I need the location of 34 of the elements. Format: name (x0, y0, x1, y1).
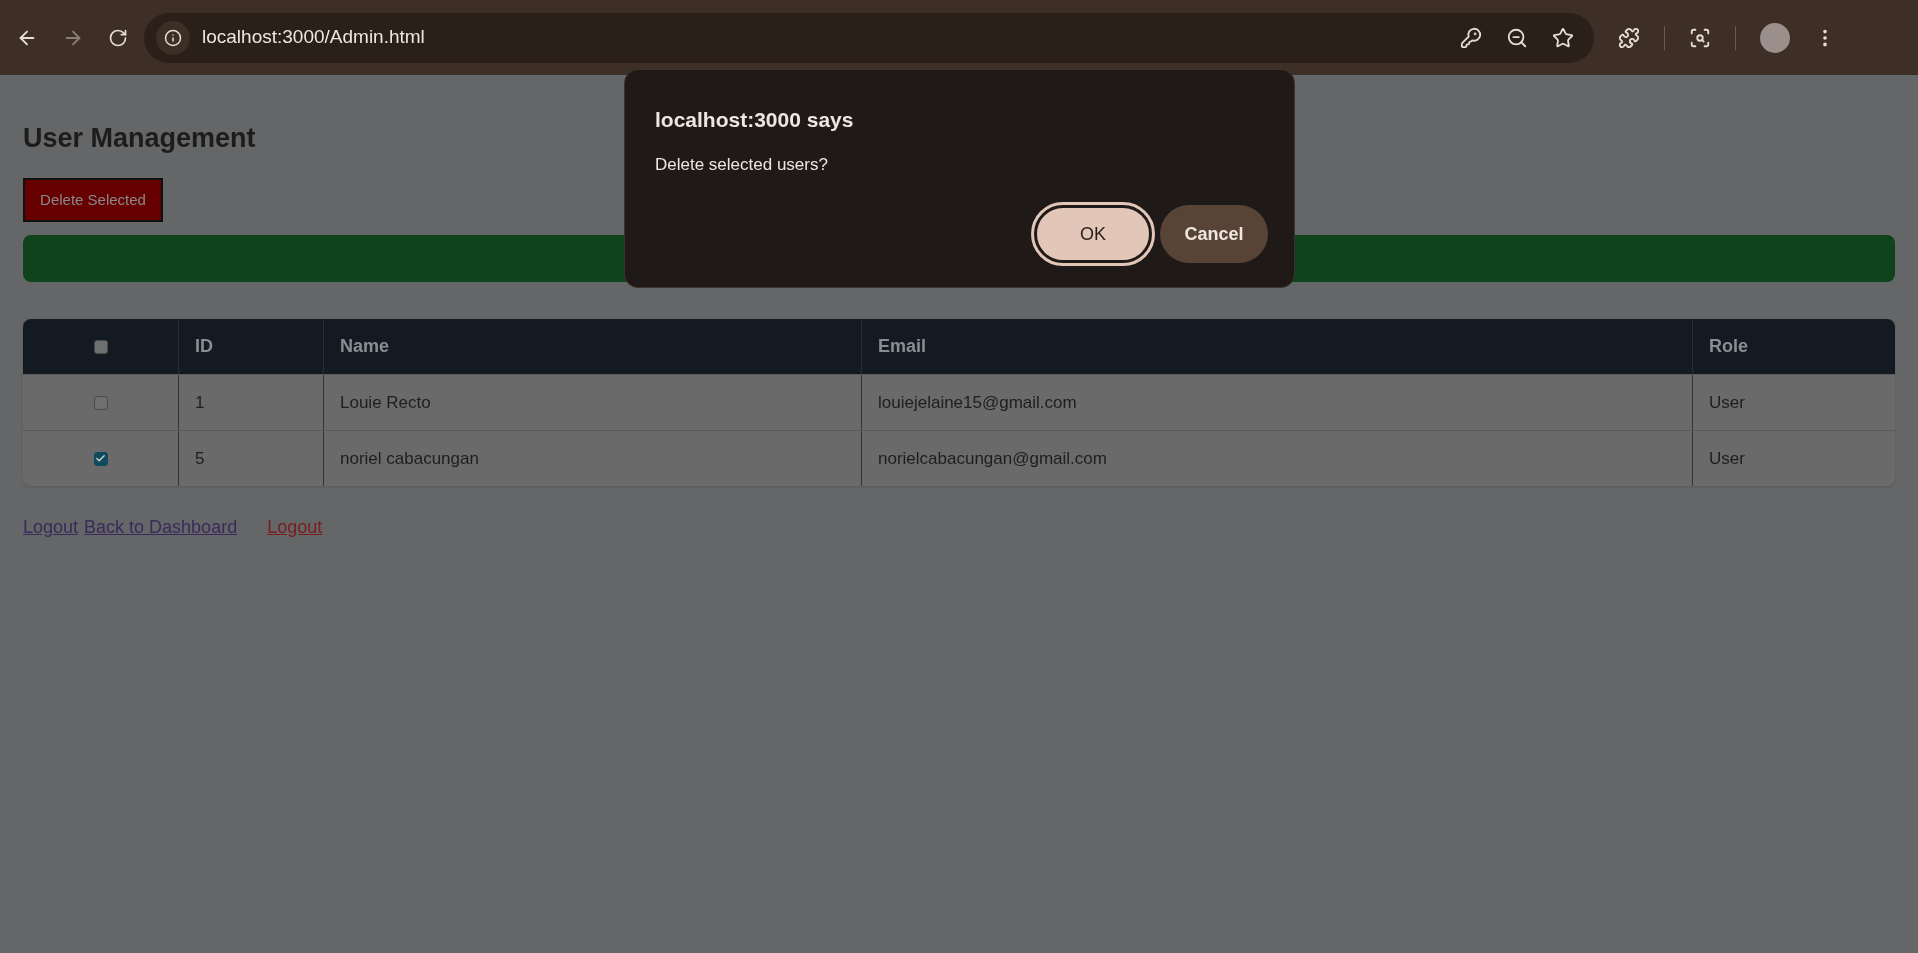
nav-link[interactable]: Back to Dashboard (84, 514, 238, 541)
checkbox[interactable] (93, 339, 108, 354)
checkbox[interactable] (93, 451, 108, 466)
table-cell-text: User (1709, 447, 1745, 470)
table-cell-text: 5 (195, 447, 205, 470)
nav-link[interactable]: Logout (23, 514, 79, 541)
checkbox[interactable] (93, 395, 108, 410)
dialog-title: localhost:3000 says (655, 107, 855, 133)
dialog-message: Delete selected users? (655, 153, 829, 176)
zoom-out-icon[interactable] (1506, 26, 1528, 49)
avatar-icon[interactable] (1760, 22, 1790, 53)
table-cell-text: Louie Recto (340, 391, 431, 414)
info-icon[interactable] (164, 28, 182, 47)
table-cell-text: noriel cabacungan (340, 447, 479, 470)
column-header: ID (195, 335, 213, 358)
page-title: User Management (23, 125, 257, 152)
delete-selected-button[interactable]: Delete Selected (23, 178, 163, 222)
column-header: Role (1709, 335, 1748, 358)
column-header: Email (878, 335, 927, 358)
reload-icon[interactable] (108, 27, 128, 48)
ok-button[interactable]: OK (1034, 205, 1152, 263)
screen-search-icon[interactable] (1689, 26, 1711, 49)
table-cell-text: louiejelaine15@gmail.com (878, 391, 1077, 414)
table-cell-text: 1 (195, 391, 205, 414)
extensions-icon[interactable] (1618, 26, 1640, 49)
column-header: Name (340, 335, 390, 358)
check-icon (95, 453, 106, 464)
star-icon[interactable] (1552, 26, 1574, 49)
table-cell-text: norielcabacungan@gmail.com (878, 447, 1107, 470)
key-icon[interactable] (1460, 26, 1482, 49)
address-bar[interactable]: localhost:3000/Admin.html (144, 12, 1594, 63)
url-text: localhost:3000/Admin.html (202, 25, 426, 50)
cancel-button[interactable]: Cancel (1160, 205, 1268, 263)
table-cell-text: User (1709, 391, 1745, 414)
